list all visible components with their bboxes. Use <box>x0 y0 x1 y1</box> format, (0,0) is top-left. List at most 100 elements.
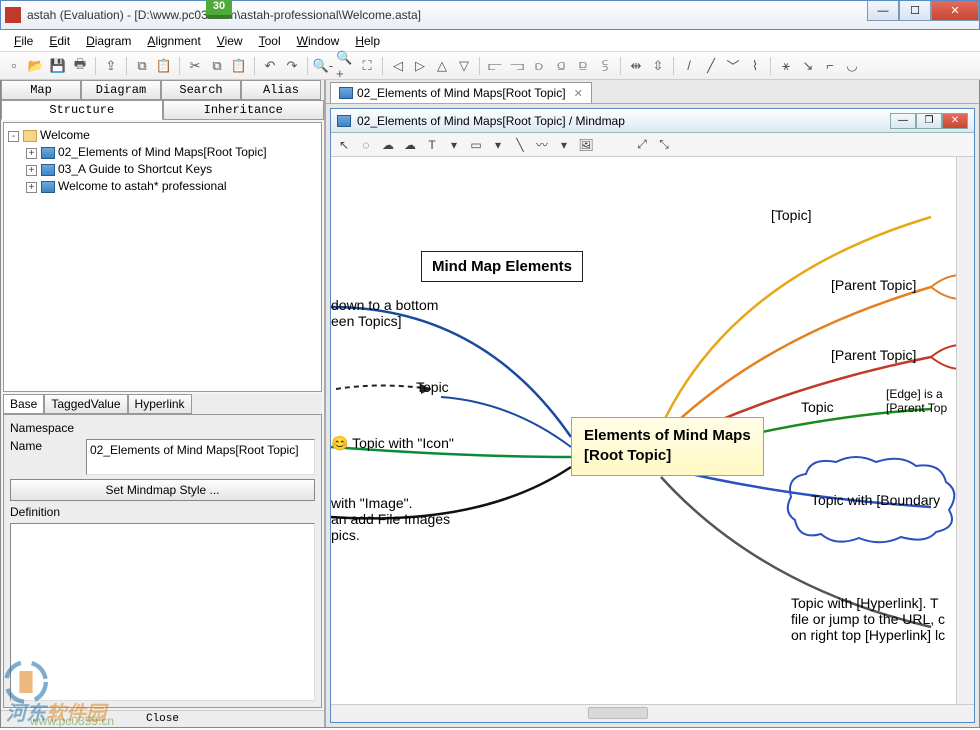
close-button[interactable]: ✕ <box>931 1 979 21</box>
line3-icon[interactable]: ﹀ <box>723 56 743 76</box>
line1-icon[interactable]: / <box>679 56 699 76</box>
copy2-icon[interactable]: ⧉ <box>207 56 227 76</box>
topic-text[interactable]: [Parent Topic] <box>831 277 916 293</box>
root-topic[interactable]: Elements of Mind Maps [Root Topic] <box>571 417 764 476</box>
export-icon[interactable]: ⇪ <box>101 56 121 76</box>
zoom-out-icon[interactable]: 🔍- <box>313 56 333 76</box>
menu-view[interactable]: View <box>209 32 251 50</box>
topic-text[interactable]: Topic with [Hyperlink]. T file or jump t… <box>791 595 945 643</box>
tab-alias[interactable]: Alias <box>241 80 321 100</box>
tab-diagram[interactable]: Diagram <box>81 80 161 100</box>
expand-icon[interactable]: + <box>26 182 37 193</box>
image-icon[interactable]: 🖼 <box>577 136 595 154</box>
topic-text[interactable]: 😊 Topic with "Icon" <box>331 435 454 452</box>
subtopic-icon[interactable]: ☁ <box>401 136 419 154</box>
nav-back-icon[interactable]: ◁ <box>388 56 408 76</box>
menu-tool[interactable]: Tool <box>251 32 289 50</box>
dropdown-icon[interactable]: ▾ <box>555 136 573 154</box>
style1-icon[interactable]: ⚹ <box>776 56 796 76</box>
maximize-button[interactable]: ☐ <box>899 1 931 21</box>
paste2-icon[interactable]: 📋 <box>229 56 249 76</box>
line2-icon[interactable]: ╱ <box>701 56 721 76</box>
zoom-in-icon[interactable]: 🔍+ <box>335 56 355 76</box>
new-icon[interactable]: ▫ <box>4 56 24 76</box>
style2-icon[interactable]: ↘ <box>798 56 818 76</box>
copy-icon[interactable]: ⧉ <box>132 56 152 76</box>
nav-down-icon[interactable]: ▽ <box>454 56 474 76</box>
dropdown-icon[interactable]: ▾ <box>489 136 507 154</box>
tab-map[interactable]: Map <box>1 80 81 100</box>
inner-minimize-button[interactable]: — <box>890 113 916 129</box>
style4-icon[interactable]: ◡ <box>842 56 862 76</box>
nav-up-icon[interactable]: △ <box>432 56 452 76</box>
collapse-icon[interactable]: ⤡ <box>655 136 673 154</box>
collapse-icon[interactable]: - <box>8 131 19 142</box>
paste-icon[interactable]: 📋 <box>154 56 174 76</box>
tab-hyperlink[interactable]: Hyperlink <box>128 394 192 414</box>
cut-icon[interactable]: ✂ <box>185 56 205 76</box>
menu-window[interactable]: Window <box>289 32 348 50</box>
redo-icon[interactable]: ↷ <box>282 56 302 76</box>
open-icon[interactable]: 📂 <box>26 56 46 76</box>
line-icon[interactable]: ╲ <box>511 136 529 154</box>
line4-icon[interactable]: ⌇ <box>745 56 765 76</box>
align-mid-icon[interactable]: ⫒ <box>573 56 593 76</box>
topic-text[interactable]: [Parent Topic] <box>831 347 916 363</box>
topic-icon[interactable]: ☁ <box>379 136 397 154</box>
tree-item[interactable]: +03_A Guide to Shortcut Keys <box>8 161 317 178</box>
tab-inheritance[interactable]: Inheritance <box>163 100 325 120</box>
structure-tree[interactable]: -Welcome +02_Elements of Mind Maps[Root … <box>3 122 322 392</box>
dropdown-icon[interactable]: ▾ <box>445 136 463 154</box>
align-top-icon[interactable]: ⫑ <box>551 56 571 76</box>
fit-icon[interactable]: ⛶ <box>357 56 377 76</box>
mindmap-title-box[interactable]: Mind Map Elements <box>421 251 583 282</box>
print-icon[interactable]: 🖶 <box>70 56 90 76</box>
tree-item[interactable]: +02_Elements of Mind Maps[Root Topic] <box>8 144 317 161</box>
undo-icon[interactable]: ↶ <box>260 56 280 76</box>
document-tab[interactable]: 02_Elements of Mind Maps[Root Topic] ✕ <box>330 82 592 103</box>
inner-restore-button[interactable]: ❐ <box>916 113 942 129</box>
rect-icon[interactable]: ▭ <box>467 136 485 154</box>
set-style-button[interactable]: Set Mindmap Style ... <box>10 479 315 501</box>
close-tab-icon[interactable]: ✕ <box>574 87 583 100</box>
topic-text[interactable]: down to a bottom een Topics] <box>331 297 438 329</box>
topic-text[interactable]: Topic <box>416 379 449 395</box>
vertical-scrollbar[interactable] <box>956 157 974 704</box>
topic-text[interactable]: Topic with [Boundary <box>811 492 940 508</box>
horizontal-scrollbar[interactable] <box>331 704 974 722</box>
menu-help[interactable]: Help <box>347 32 388 50</box>
align-left-icon[interactable]: ⫍ <box>485 56 505 76</box>
dist-v-icon[interactable]: ⇳ <box>648 56 668 76</box>
expand-icon[interactable]: ⤢ <box>633 136 651 154</box>
topic-text[interactable]: [Edge] is a [Parent Top <box>886 387 947 415</box>
lasso-icon[interactable]: ◌ <box>357 136 375 154</box>
expand-icon[interactable]: + <box>26 165 37 176</box>
tab-taggedvalue[interactable]: TaggedValue <box>44 394 127 414</box>
style3-icon[interactable]: ⌐ <box>820 56 840 76</box>
name-field[interactable]: 02_Elements of Mind Maps[Root Topic] <box>86 439 315 475</box>
definition-field[interactable] <box>10 523 315 701</box>
tab-search[interactable]: Search <box>161 80 241 100</box>
dist-h-icon[interactable]: ⇹ <box>626 56 646 76</box>
pointer-icon[interactable]: ↖ <box>335 136 353 154</box>
topic-text[interactable]: Topic <box>801 399 834 415</box>
menu-diagram[interactable]: Diagram <box>78 32 139 50</box>
tree-root[interactable]: -Welcome <box>8 127 317 144</box>
expand-icon[interactable]: + <box>26 148 37 159</box>
mindmap-canvas[interactable]: Mind Map Elements Elements of Mind Maps … <box>331 157 974 704</box>
menu-file[interactable]: File <box>6 32 41 50</box>
nav-fwd-icon[interactable]: ▷ <box>410 56 430 76</box>
tab-base[interactable]: Base <box>3 394 44 414</box>
topic-text[interactable]: [Topic] <box>771 207 811 223</box>
topic-text[interactable]: with "Image". an add File Images pics. <box>331 495 450 543</box>
inner-close-button[interactable]: ✕ <box>942 113 968 129</box>
minimize-button[interactable]: — <box>867 1 899 21</box>
tab-structure[interactable]: Structure <box>1 100 163 120</box>
align-bot-icon[interactable]: ⫓ <box>595 56 615 76</box>
menu-alignment[interactable]: Alignment <box>139 32 208 50</box>
align-right-icon[interactable]: ⫐ <box>529 56 549 76</box>
text-icon[interactable]: T <box>423 136 441 154</box>
align-center-icon[interactable]: ⫎ <box>507 56 527 76</box>
tree-item[interactable]: +Welcome to astah* professional <box>8 178 317 195</box>
curve-icon[interactable]: 〰 <box>533 136 551 154</box>
